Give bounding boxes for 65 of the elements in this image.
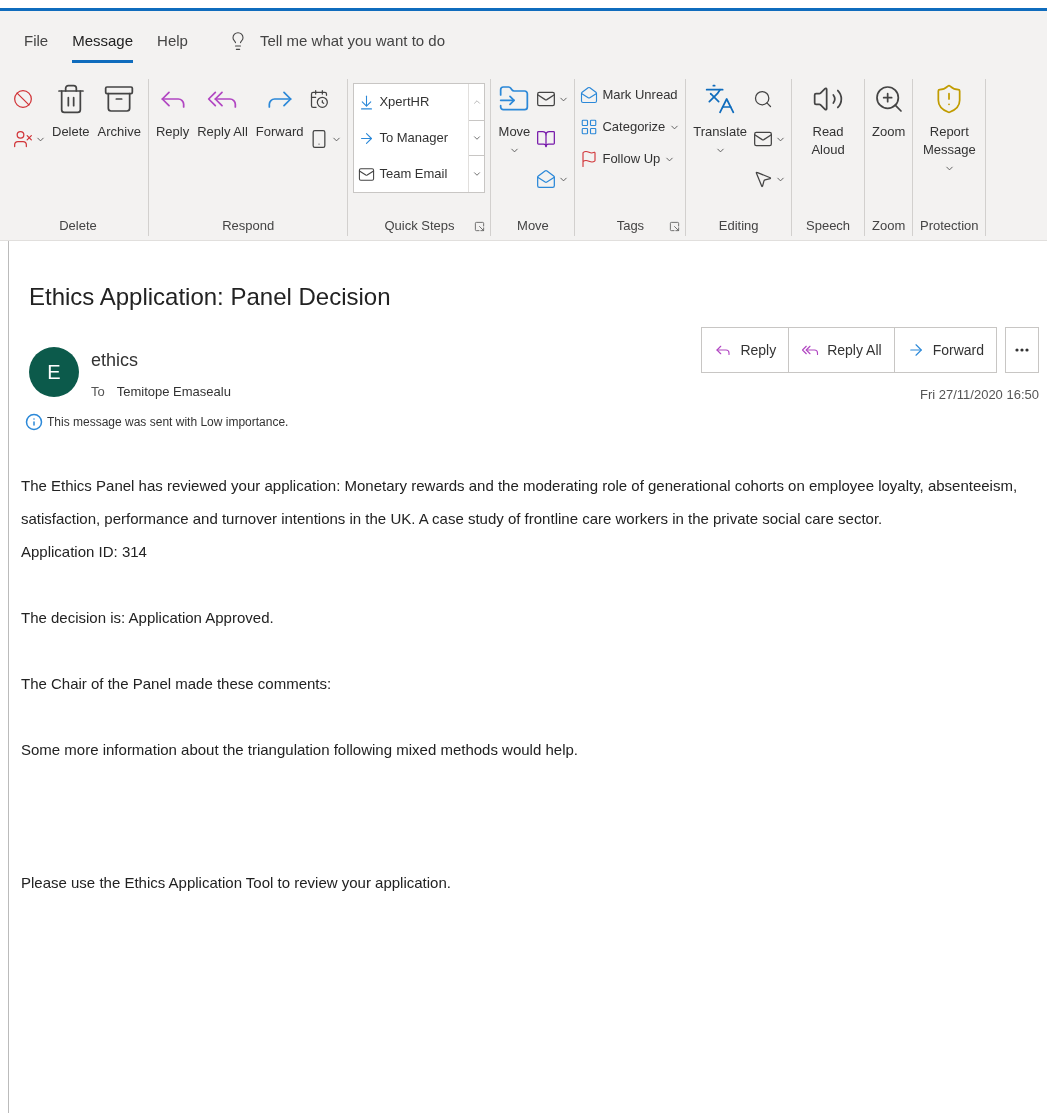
dialog-launcher-icon[interactable] [474,220,486,232]
body-paragraph: The Ethics Panel has reviewed your application: Monetary rewards and the moderating role of generational cohorts on employee loyalty, absenteeism, satisfaction, performance and turnover intentions in the UK. A case study of frontline care workers in the private social care sector. [21,475,1019,529]
ribbon-button[interactable]: Move [496,79,533,156]
search-icon [753,89,774,109]
envelope-icon [753,129,774,149]
ribbon-button[interactable]: Follow Up [580,143,681,175]
quick-step-item[interactable]: To Manager [358,120,469,156]
body-paragraph: The decision is: Application Approved. [21,607,275,628]
ribbon-button[interactable]: Reply [153,79,192,141]
message-action-button[interactable]: Forward [893,328,996,372]
more-icon [1015,348,1029,352]
group-label: Protection [920,217,979,236]
group-label: Zoom [872,217,906,236]
ribbon-button[interactable]: Reply All [195,79,250,141]
dialog-launcher-icon[interactable] [669,220,681,232]
envelope-icon [580,86,599,104]
group-label: Move [517,217,549,236]
envelope-icon [358,165,376,183]
group-label: Quick Steps [384,217,455,236]
archive-box-icon [103,83,136,115]
quick-step-item[interactable]: XpertHR [358,84,469,120]
ribbon-button[interactable]: Zoom [870,79,908,141]
chevron-down-icon [471,133,482,143]
ribbon-button[interactable]: Translate [691,79,750,156]
quick-step-item[interactable]: Team Email [358,156,469,192]
ribbon-button[interactable]: Archive [95,79,143,141]
ribbon-tab[interactable]: File [24,29,49,63]
body-paragraph: Please use the Ethics Application Tool to review your application. [21,872,452,893]
message-action-button[interactable]: Reply [702,328,789,372]
ribbon-tab[interactable]: Help [157,29,188,63]
ribbon-button[interactable]: Delete [50,79,92,141]
ribbon-button[interactable]: Read Aloud [797,79,860,159]
group-label: Editing [718,217,759,236]
sender-name[interactable]: ethics [91,347,231,374]
group-label: Delete [59,217,97,236]
ribbon-button[interactable]: Forward [253,79,306,141]
group-label: Respond [222,217,275,236]
expand-chevron-icon [471,169,482,179]
body-paragraph: Some more information about the triangulation following mixed methods would help. [21,739,579,760]
message-date: Fri 27/11/2020 16:50 [920,386,1039,404]
group-label: Tags [616,217,645,236]
body-paragraph: Application ID: 314 [21,541,148,562]
sender-avatar: E [29,347,79,397]
flag-icon [580,150,599,168]
ignore-icon [13,89,33,109]
calendar-icon [309,89,330,109]
message-subject: Ethics Application: Panel Decision [29,282,392,312]
message-action-button[interactable]: Reply All [788,328,894,372]
translate-icon [704,83,737,115]
info-icon [25,412,43,431]
ribbon-button[interactable]: Mark Unread [580,79,681,111]
tell-me-field[interactable]: Tell me what you want to do [227,29,460,63]
ribbon-button[interactable]: Report Message [918,79,981,174]
importance-note: This message was sent with Low importance. [47,413,289,431]
category-squares-icon [580,118,599,136]
notebook-icon [536,129,557,149]
recipient-name[interactable]: Temitope Emasealu [116,382,231,402]
group-label: Speech [806,217,851,236]
ribbon-button[interactable]: Categorize [580,111,681,143]
to-label: To [91,383,105,401]
pointer-icon [753,169,774,189]
blocked-person-icon [13,129,33,149]
body-paragraph: The Chair of the Panel made these comments: [21,673,333,694]
ribbon-tab[interactable]: Message [72,29,134,63]
chevron-up-icon [471,97,482,107]
